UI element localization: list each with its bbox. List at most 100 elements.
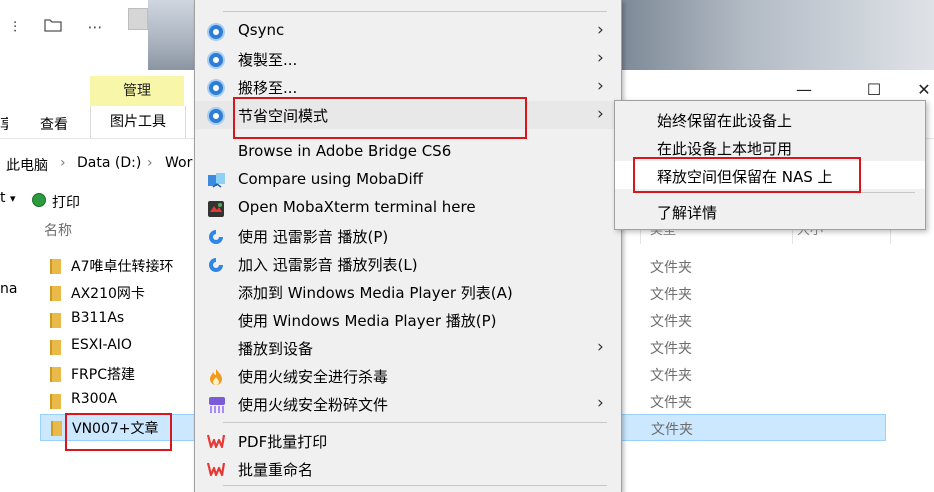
- menu-item-label: 複製至...: [238, 51, 298, 69]
- menu-item-label: Browse in Adobe Bridge CS6: [238, 142, 452, 160]
- wps-icon: [206, 433, 226, 451]
- folder-icon: [50, 340, 61, 355]
- chevron-down-icon[interactable]: ▾: [10, 192, 16, 205]
- menu-item-xunlei-play[interactable]: 使用 迅雷影音 播放(P): [195, 222, 621, 250]
- chevron-right-icon: ›: [597, 48, 604, 68]
- menu-item-label: Qsync: [238, 21, 285, 39]
- chevron-right-icon: ›: [597, 337, 604, 357]
- xunlei-icon: [207, 256, 225, 274]
- submenu-item-always-keep[interactable]: 始终保留在此设备上: [615, 105, 925, 133]
- mobaxterm-icon: [207, 200, 225, 218]
- close-button[interactable]: ✕: [904, 80, 934, 99]
- file-name: A7唯卓仕转接环: [71, 259, 174, 275]
- file-name: ESXI-AIO: [71, 337, 132, 353]
- menu-item-label: PDF批量打印: [238, 433, 328, 451]
- file-name: FRPC搭建: [71, 367, 135, 383]
- menu-item-label: 使用火绒安全粉碎文件: [238, 396, 389, 414]
- chevron-right-icon: ›: [147, 155, 153, 171]
- menu-item-label: 添加到 Windows Media Player 列表(A): [238, 284, 513, 302]
- menu-separator: [223, 11, 607, 12]
- tab-view[interactable]: 查看: [40, 114, 68, 134]
- menu-item-label: 使用火绒安全进行杀毒: [238, 368, 389, 386]
- file-type: 文件夹: [650, 368, 692, 384]
- file-type: 文件夹: [650, 287, 692, 303]
- menu-item-pdf-batch-print[interactable]: PDF批量打印: [195, 427, 621, 455]
- print-icon[interactable]: [32, 193, 46, 207]
- highlight-box: [65, 413, 172, 451]
- menu-item-mobaxterm[interactable]: Open MobaXterm terminal here: [195, 194, 621, 222]
- menu-item-qsync[interactable]: Qsync ›: [195, 17, 621, 45]
- chevron-right-icon: ›: [597, 20, 604, 40]
- more-icon[interactable]: ⋯: [80, 12, 110, 42]
- qsync-icon: [207, 23, 225, 41]
- file-type: 文件夹: [650, 260, 692, 276]
- minimize-button[interactable]: —: [784, 80, 824, 99]
- menu-item-label: 加入 迅雷影音 播放列表(L): [238, 256, 418, 274]
- menu-item-mobadiff[interactable]: Compare using MobaDiff: [195, 166, 621, 194]
- submenu-item-label: 始终保留在此设备上: [657, 112, 793, 130]
- chevron-right-icon: ›: [597, 104, 604, 124]
- menu-item-label: Compare using MobaDiff: [238, 170, 423, 188]
- new-folder-icon[interactable]: [38, 12, 68, 42]
- tab-picture-tools[interactable]: 图片工具: [90, 106, 186, 138]
- menu-separator: [223, 422, 607, 423]
- toolbar-cut-label: t: [0, 190, 6, 206]
- print-button[interactable]: 打印: [52, 192, 80, 212]
- breadcrumb-pc[interactable]: 此电脑: [6, 155, 48, 175]
- mobadiff-icon: [207, 172, 225, 190]
- menu-item-huorong-scan[interactable]: 使用火绒安全进行杀毒: [195, 362, 621, 390]
- menu-separator: [223, 485, 607, 486]
- properties-icon[interactable]: ⫶: [0, 12, 30, 42]
- toolbar-cut-text: t ▾: [0, 190, 15, 212]
- column-header-name[interactable]: 名称: [44, 220, 72, 240]
- folder-icon: [51, 421, 62, 436]
- menu-item-label: 播放到设备: [238, 340, 314, 358]
- qsync-icon: [207, 51, 225, 69]
- folder-icon: [50, 286, 61, 301]
- menu-item-label: 批量重命名: [238, 461, 314, 479]
- file-name: B311As: [71, 310, 125, 326]
- menu-item-label: Open MobaXterm terminal here: [238, 198, 476, 216]
- folder-icon: [50, 259, 61, 274]
- maximize-button[interactable]: ☐: [854, 80, 894, 99]
- file-type: 文件夹: [651, 422, 693, 438]
- menu-item-cast-to-device[interactable]: 播放到设备 ›: [195, 334, 621, 362]
- menu-item-wmp-play[interactable]: 使用 Windows Media Player 播放(P): [195, 306, 621, 334]
- menu-item-wmp-add[interactable]: 添加到 Windows Media Player 列表(A): [195, 278, 621, 306]
- menu-item-adobe-bridge[interactable]: Browse in Adobe Bridge CS6: [195, 138, 621, 166]
- huorong-icon: [207, 368, 225, 386]
- submenu-item-label: 在此设备上本地可用: [657, 140, 793, 158]
- chevron-right-icon: ›: [597, 393, 604, 413]
- file-type: 文件夹: [650, 341, 692, 357]
- scrollbar-thumb[interactable]: [128, 8, 148, 30]
- desktop-background-right: [618, 0, 934, 70]
- folder-icon: [50, 367, 61, 382]
- file-name: R300A: [71, 391, 118, 407]
- folder-icon: [50, 394, 61, 409]
- tab-share[interactable]: 享: [0, 114, 8, 134]
- menu-item-xunlei-playlist[interactable]: 加入 迅雷影音 播放列表(L): [195, 250, 621, 278]
- chevron-right-icon: ›: [60, 155, 66, 171]
- menu-item-label: 搬移至...: [238, 79, 298, 97]
- qsync-icon: [207, 107, 225, 125]
- menu-item-batch-rename[interactable]: 批量重命名: [195, 455, 621, 483]
- tab-manage[interactable]: 管理: [90, 76, 184, 106]
- menu-item-copy-to[interactable]: 複製至... ›: [195, 45, 621, 73]
- file-type: 文件夹: [650, 314, 692, 330]
- highlight-box: [233, 97, 527, 139]
- breadcrumb-folder[interactable]: Wor: [165, 155, 192, 171]
- submenu-item-label: 了解详情: [657, 204, 718, 222]
- context-menu: Qsync › 複製至... › 搬移至... › 节省空间模式 › Brows…: [194, 0, 622, 492]
- wps-icon: [206, 461, 226, 479]
- chevron-right-icon: ›: [597, 76, 604, 96]
- qsync-icon: [207, 79, 225, 97]
- highlight-box: [633, 157, 861, 193]
- breadcrumb-drive[interactable]: Data (D:): [77, 155, 141, 171]
- menu-item-huorong-shred[interactable]: 使用火绒安全粉碎文件 ›: [195, 390, 621, 418]
- file-name: AX210网卡: [71, 286, 145, 302]
- submenu-item-learn-more[interactable]: 了解详情: [615, 197, 925, 225]
- menu-item-label: 使用 迅雷影音 播放(P): [238, 228, 389, 246]
- shredder-icon: [207, 396, 225, 414]
- nav-pane-item[interactable]: na: [0, 281, 17, 297]
- menu-item-label: 使用 Windows Media Player 播放(P): [238, 312, 497, 330]
